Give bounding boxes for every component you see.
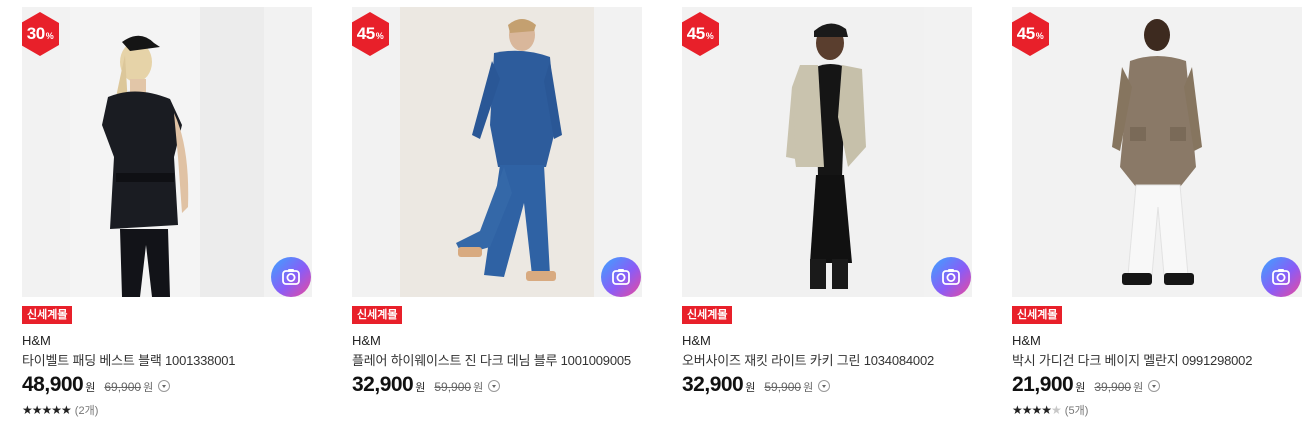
product-grid: 30% 신세계몰 H&M 타이벨트 패딩 베스트 블랙 1001338001 4…	[22, 7, 1302, 432]
sale-price: 32,900	[682, 373, 744, 396]
discount-text: 45%	[352, 12, 390, 56]
price-unit: 원	[745, 382, 756, 394]
discount-badge: 30%	[22, 12, 60, 56]
discount-text: 45%	[682, 12, 720, 56]
camera-icon	[282, 269, 300, 285]
discount-unit: %	[1035, 30, 1044, 41]
mall-tag: 신세계몰	[1012, 306, 1063, 324]
discount-value: 45	[1016, 24, 1035, 43]
product-photo	[400, 7, 594, 297]
product-photo-cardigan	[1060, 7, 1254, 297]
sale-price: 32,900	[352, 373, 414, 396]
original-price-unit: 원	[1133, 382, 1144, 394]
star-rating: ★★★★★	[22, 403, 72, 417]
original-price: 39,900	[1094, 380, 1132, 394]
discount-text: 30%	[22, 12, 60, 56]
price-unit: 원	[85, 382, 96, 394]
discount-value: 45	[686, 24, 705, 43]
product-card[interactable]: 30% 신세계몰 H&M 타이벨트 패딩 베스트 블랙 1001338001 4…	[22, 7, 312, 432]
mall-tag: 신세계몰	[352, 306, 403, 324]
brand-name[interactable]: H&M	[1012, 333, 1041, 348]
product-name[interactable]: 플레어 하이웨이스트 진 다크 데님 블루 1001009005	[352, 350, 631, 369]
discount-badge: 45%	[682, 12, 720, 56]
price-info-icon[interactable]	[158, 380, 171, 392]
camera-icon	[612, 269, 630, 285]
rating: ★★★★★ (5개)	[1012, 402, 1088, 418]
rating: ★★★★★ (2개)	[22, 402, 98, 418]
product-image-link[interactable]: 45%	[352, 7, 642, 297]
original-price: 69,900	[104, 380, 142, 394]
product-photo-denim	[400, 7, 594, 297]
price-info-icon[interactable]	[1148, 380, 1161, 392]
brand-name[interactable]: H&M	[682, 333, 711, 348]
price-row: 21,900 원 39,900 원	[1012, 373, 1161, 399]
star-rating: ★★★★★	[1012, 403, 1062, 417]
price-row: 32,900 원 59,900 원	[352, 373, 501, 399]
mall-tag: 신세계몰	[22, 306, 73, 324]
review-count[interactable]: (2개)	[75, 402, 99, 418]
product-name[interactable]: 박시 가디건 다크 베이지 멜란지 0991298002	[1012, 350, 1252, 369]
camera-icon	[942, 269, 960, 285]
product-card[interactable]: 45% 신세계몰 H&M 플레어 하이웨이스트 진 다크 데님 블루 10010…	[352, 7, 642, 432]
discount-text: 45%	[1012, 12, 1050, 56]
product-name[interactable]: 오버사이즈 재킷 라이트 카키 그린 1034084002	[682, 350, 934, 369]
price-unit: 원	[1075, 382, 1086, 394]
mall-tag: 신세계몰	[682, 306, 733, 324]
price-row: 32,900 원 59,900 원	[682, 373, 831, 399]
discount-value: 45	[356, 24, 375, 43]
brand-name[interactable]: H&M	[352, 333, 381, 348]
discount-value: 30	[26, 24, 45, 43]
camera-icon	[1272, 269, 1290, 285]
original-price-unit: 원	[473, 382, 484, 394]
product-image-link[interactable]: 45%	[1012, 7, 1302, 297]
sale-price: 21,900	[1012, 373, 1074, 396]
brand-name[interactable]: H&M	[22, 333, 51, 348]
review-count[interactable]: (5개)	[1065, 402, 1089, 418]
product-photo	[730, 7, 924, 297]
discount-unit: %	[705, 30, 714, 41]
image-search-button[interactable]	[601, 257, 641, 297]
product-image-link[interactable]: 30%	[22, 7, 312, 297]
discount-badge: 45%	[352, 12, 390, 56]
original-price-unit: 원	[143, 382, 154, 394]
image-search-button[interactable]	[271, 257, 311, 297]
price-unit: 원	[415, 382, 426, 394]
original-price-unit: 원	[803, 382, 814, 394]
discount-badge: 45%	[1012, 12, 1050, 56]
price-row: 48,900 원 69,900 원	[22, 373, 171, 399]
original-price: 59,900	[764, 380, 802, 394]
product-card[interactable]: 45% 신세계몰 H&M 오버사이즈 재킷 라이트 카키 그린 10340840…	[682, 7, 972, 432]
sale-price: 48,900	[22, 373, 84, 396]
discount-unit: %	[375, 30, 384, 41]
discount-unit: %	[45, 30, 54, 41]
product-name[interactable]: 타이벨트 패딩 베스트 블랙 1001338001	[22, 350, 236, 369]
price-info-icon[interactable]	[818, 380, 831, 392]
product-photo	[1060, 7, 1254, 297]
product-photo-vest	[70, 7, 264, 297]
product-photo-jacket	[730, 7, 924, 297]
image-search-button[interactable]	[931, 257, 971, 297]
original-price: 59,900	[434, 380, 472, 394]
product-image-link[interactable]: 45%	[682, 7, 972, 297]
image-search-button[interactable]	[1261, 257, 1301, 297]
product-photo	[70, 7, 264, 297]
product-card[interactable]: 45% 신세계몰 H&M 박시 가디건 다크 베이지 멜란지 099129800…	[1012, 7, 1302, 432]
price-info-icon[interactable]	[488, 380, 501, 392]
